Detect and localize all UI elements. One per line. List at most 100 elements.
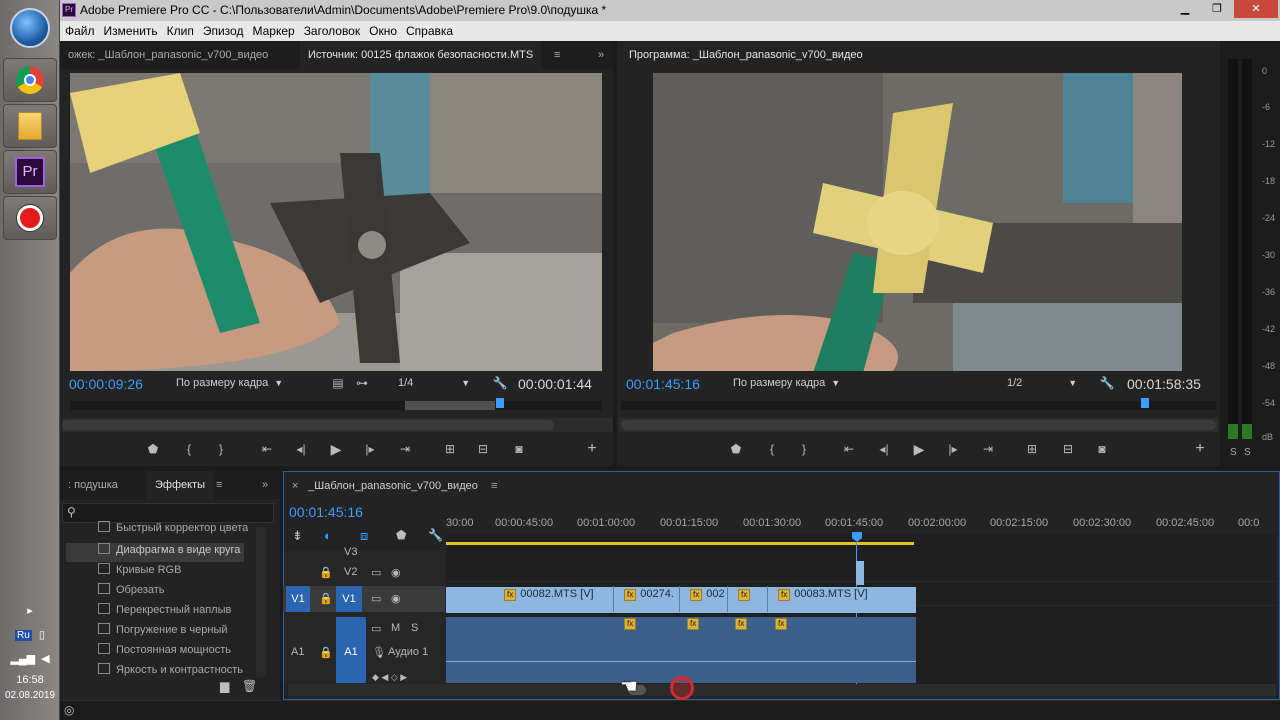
trash-icon[interactable]: 🗑 <box>242 679 257 693</box>
language-indicator[interactable]: Ru <box>15 630 32 641</box>
program-timecode-current[interactable]: 00:01:45:16 <box>626 376 700 392</box>
a1-audio-clip[interactable] <box>446 617 916 683</box>
solo-button[interactable]: S <box>411 622 418 634</box>
audio-fx-badge[interactable]: fx <box>687 618 700 630</box>
menu-marker[interactable]: Маркер <box>247 21 298 41</box>
settings-square-icon[interactable]: ▤ <box>328 376 348 390</box>
menu-sequence[interactable]: Эпизод <box>198 21 248 41</box>
nest-icon[interactable]: ⇟ <box>292 528 303 544</box>
film-icon[interactable]: ▭ <box>371 622 381 635</box>
lock-icon[interactable]: 🔒 <box>319 566 333 579</box>
tab-effect-controls[interactable]: ожек: _Шаблон_panasonic_v700_видео <box>60 41 276 69</box>
panel-menu-icon[interactable]: ≡ <box>491 472 497 500</box>
go-to-in-icon[interactable]: ⇤ <box>839 442 859 456</box>
clip-transition[interactable]: fx <box>727 586 767 612</box>
tab-program[interactable]: Программа: _Шаблон_panasonic_v700_видео <box>621 41 871 69</box>
effect-item[interactable]: Перекрестный наплыв <box>98 600 278 620</box>
mark-out-icon[interactable]: } <box>211 442 231 456</box>
panel-menu-icon[interactable]: ≡ <box>554 41 560 69</box>
tab-sequence[interactable]: _Шаблон_panasonic_v700_видео <box>308 472 478 500</box>
audio-fx-badge[interactable]: fx <box>735 618 748 630</box>
add-marker-icon[interactable]: ⬟ <box>396 528 406 542</box>
track-v3-label[interactable]: V3 <box>344 546 357 558</box>
device-icon[interactable]: ▯ <box>39 629 45 641</box>
clip-00274[interactable]: fx 00274. <box>613 586 679 612</box>
camera-icon[interactable]: ◙ <box>1092 442 1112 456</box>
film-icon[interactable]: ▭ <box>371 592 381 605</box>
camera-icon[interactable]: ◙ <box>509 442 529 456</box>
add-button-icon[interactable]: + <box>582 440 602 458</box>
mark-out-icon[interactable]: } <box>794 442 814 456</box>
program-playhead[interactable] <box>1141 398 1149 408</box>
source-video-frame[interactable] <box>70 73 602 371</box>
close-icon[interactable]: ✕ <box>1234 0 1278 18</box>
film-icon[interactable]: ▭ <box>371 566 381 579</box>
taskbar-chrome-button[interactable] <box>3 58 57 102</box>
v2-clip[interactable] <box>856 561 864 585</box>
overflow-icon[interactable]: » <box>598 41 604 69</box>
step-back-icon[interactable]: ◂| <box>291 442 311 456</box>
step-forward-icon[interactable]: |▸ <box>943 442 963 456</box>
snap-icon[interactable]: ◐ <box>324 528 332 543</box>
play-icon[interactable]: ▶ <box>909 441 929 458</box>
menu-clip[interactable]: Клип <box>162 21 198 41</box>
keyframe-nav-icon[interactable]: ◆ ◀ ◇ ▶ <box>372 672 407 683</box>
lift-icon[interactable]: ⊞ <box>1022 442 1042 456</box>
drop-settings-icon[interactable]: ⊶ <box>352 376 372 390</box>
lock-icon[interactable]: 🔒 <box>319 592 333 605</box>
wrench-icon[interactable]: 🔧 <box>1097 376 1117 390</box>
clip-002[interactable]: fx 002 <box>679 586 727 612</box>
start-button[interactable] <box>10 8 50 48</box>
wrench-icon[interactable]: 🔧 <box>490 376 510 390</box>
a1-source-patch[interactable]: A1 <box>291 646 304 658</box>
program-zoom-scrollbar[interactable] <box>619 418 1218 432</box>
menu-title[interactable]: Заголовок <box>299 21 364 41</box>
program-resolution-dropdown[interactable]: 1/2 ▼ <box>1007 377 1077 389</box>
minimize-icon[interactable]: ▁ <box>1170 0 1200 18</box>
go-to-out-icon[interactable]: ⇥ <box>395 442 415 456</box>
menu-file[interactable]: Файл <box>60 21 99 41</box>
microphone-icon[interactable]: 🎙 <box>372 646 386 659</box>
go-to-in-icon[interactable]: ⇤ <box>257 442 277 456</box>
lock-icon[interactable]: 🔒 <box>319 646 333 659</box>
overflow-icon[interactable]: » <box>262 471 268 499</box>
tray-expand-icon[interactable]: ▸ <box>0 604 60 617</box>
eye-icon[interactable]: ◉ <box>391 592 401 605</box>
insert-icon[interactable]: ⊞ <box>440 442 460 456</box>
source-resolution-dropdown[interactable]: 1/4 ▼ <box>398 377 470 389</box>
tab-effects[interactable]: Эффекты <box>146 471 215 499</box>
step-forward-icon[interactable]: |▸ <box>360 442 380 456</box>
v1-target-track[interactable]: V1 <box>336 586 362 612</box>
effect-item[interactable]: Кривые RGB <box>98 560 278 580</box>
mark-in-icon[interactable]: { <box>179 442 199 456</box>
mark-in-icon[interactable]: { <box>762 442 782 456</box>
new-folder-icon[interactable]: ▆ <box>220 679 229 693</box>
tab-source[interactable]: Источник: 00125 флажок безопасности.MTS <box>300 41 542 69</box>
clip-00083[interactable]: fx 00083.MTS [V] <box>767 586 915 612</box>
work-area-bar[interactable] <box>446 542 914 545</box>
clock-time[interactable]: 16:58 <box>0 674 60 686</box>
program-timebar[interactable] <box>621 398 1216 410</box>
add-marker-icon[interactable]: ⬟ <box>143 442 163 456</box>
audio-fx-badge[interactable]: fx <box>624 618 637 630</box>
menu-edit[interactable]: Изменить <box>99 21 162 41</box>
add-marker-icon[interactable]: ⬟ <box>726 442 746 456</box>
effect-item[interactable]: Быстрый корректор цвета <box>98 521 278 535</box>
effects-search-input[interactable]: ⚲ <box>62 503 274 523</box>
taskbar-explorer-button[interactable] <box>3 104 57 148</box>
wrench-icon[interactable]: 🔧 <box>428 528 443 542</box>
panel-menu-icon[interactable]: ≡ <box>216 471 222 499</box>
render-status-icon[interactable]: ◎ <box>64 703 74 717</box>
extract-icon[interactable]: ⊟ <box>1058 442 1078 456</box>
effect-item[interactable]: Обрезать <box>98 580 278 600</box>
source-timebar[interactable] <box>70 398 602 410</box>
program-video-frame[interactable] <box>653 73 1182 371</box>
menu-window[interactable]: Окно <box>364 21 401 41</box>
source-fit-dropdown[interactable]: По размеру кадра ▼ <box>176 377 283 389</box>
go-to-out-icon[interactable]: ⇥ <box>978 442 998 456</box>
effect-item[interactable]: Диафрагма в виде круга <box>98 540 278 560</box>
taskbar-premiere-button[interactable]: Pr <box>3 150 57 194</box>
volume-icon[interactable]: ◀ <box>41 653 49 665</box>
linked-selection-icon[interactable]: ⧈ <box>360 528 368 544</box>
audio-fx-badge[interactable]: fx <box>775 618 788 630</box>
